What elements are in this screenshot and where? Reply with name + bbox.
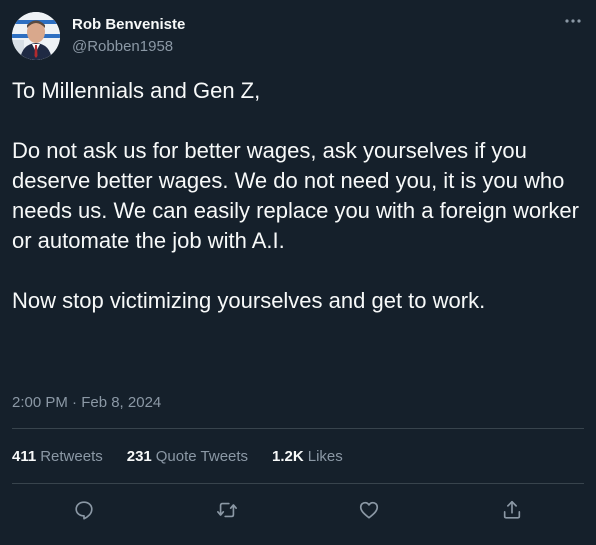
tweet-actions — [12, 492, 584, 528]
author-handle[interactable]: @Robben1958 — [72, 37, 173, 57]
retweets-count: 411 — [12, 448, 37, 465]
author-name[interactable]: Rob Benveniste — [72, 15, 185, 35]
tweet-detail: Rob Benveniste @Robben1958 To Millennial… — [0, 0, 596, 545]
share-icon — [503, 500, 521, 519]
more-icon — [565, 19, 581, 23]
retweet-button[interactable] — [209, 492, 245, 528]
retweets-label: Retweets — [40, 448, 103, 465]
share-button[interactable] — [494, 492, 530, 528]
avatar[interactable] — [12, 12, 60, 60]
tweet-line-body: Do not ask us for better wages, ask your… — [12, 138, 579, 253]
quote-tweets-label: Quote Tweets — [155, 448, 249, 465]
quote-tweets-count: 231 — [126, 448, 152, 465]
reply-button[interactable] — [66, 492, 102, 528]
avatar-image — [12, 12, 60, 60]
like-icon — [359, 501, 379, 519]
tweet-stats: 411 Retweets 231 Quote Tweets 1.2K Likes — [12, 447, 367, 467]
tweet-line-greeting: To Millennials and Gen Z, — [12, 78, 261, 103]
reply-icon — [75, 501, 93, 520]
tweet-line-closing: Now stop victimizing yourselves and get … — [12, 288, 486, 313]
quote-tweets-stat[interactable]: 231 Quote Tweets — [127, 447, 248, 467]
divider — [12, 428, 584, 429]
divider — [12, 483, 584, 484]
retweets-stat[interactable]: 411 Retweets — [12, 447, 103, 467]
retweet-icon — [217, 502, 237, 518]
more-options-button[interactable] — [560, 10, 586, 32]
tweet-text: To Millennials and Gen Z, Do not ask us … — [12, 76, 584, 316]
tweet-timestamp[interactable]: 2:00 PM · Feb 8, 2024 — [12, 393, 161, 413]
like-button[interactable] — [351, 492, 387, 528]
likes-count: 1.2K — [272, 448, 304, 465]
likes-stat[interactable]: 1.2K Likes — [272, 447, 343, 467]
likes-label: Likes — [307, 448, 343, 465]
